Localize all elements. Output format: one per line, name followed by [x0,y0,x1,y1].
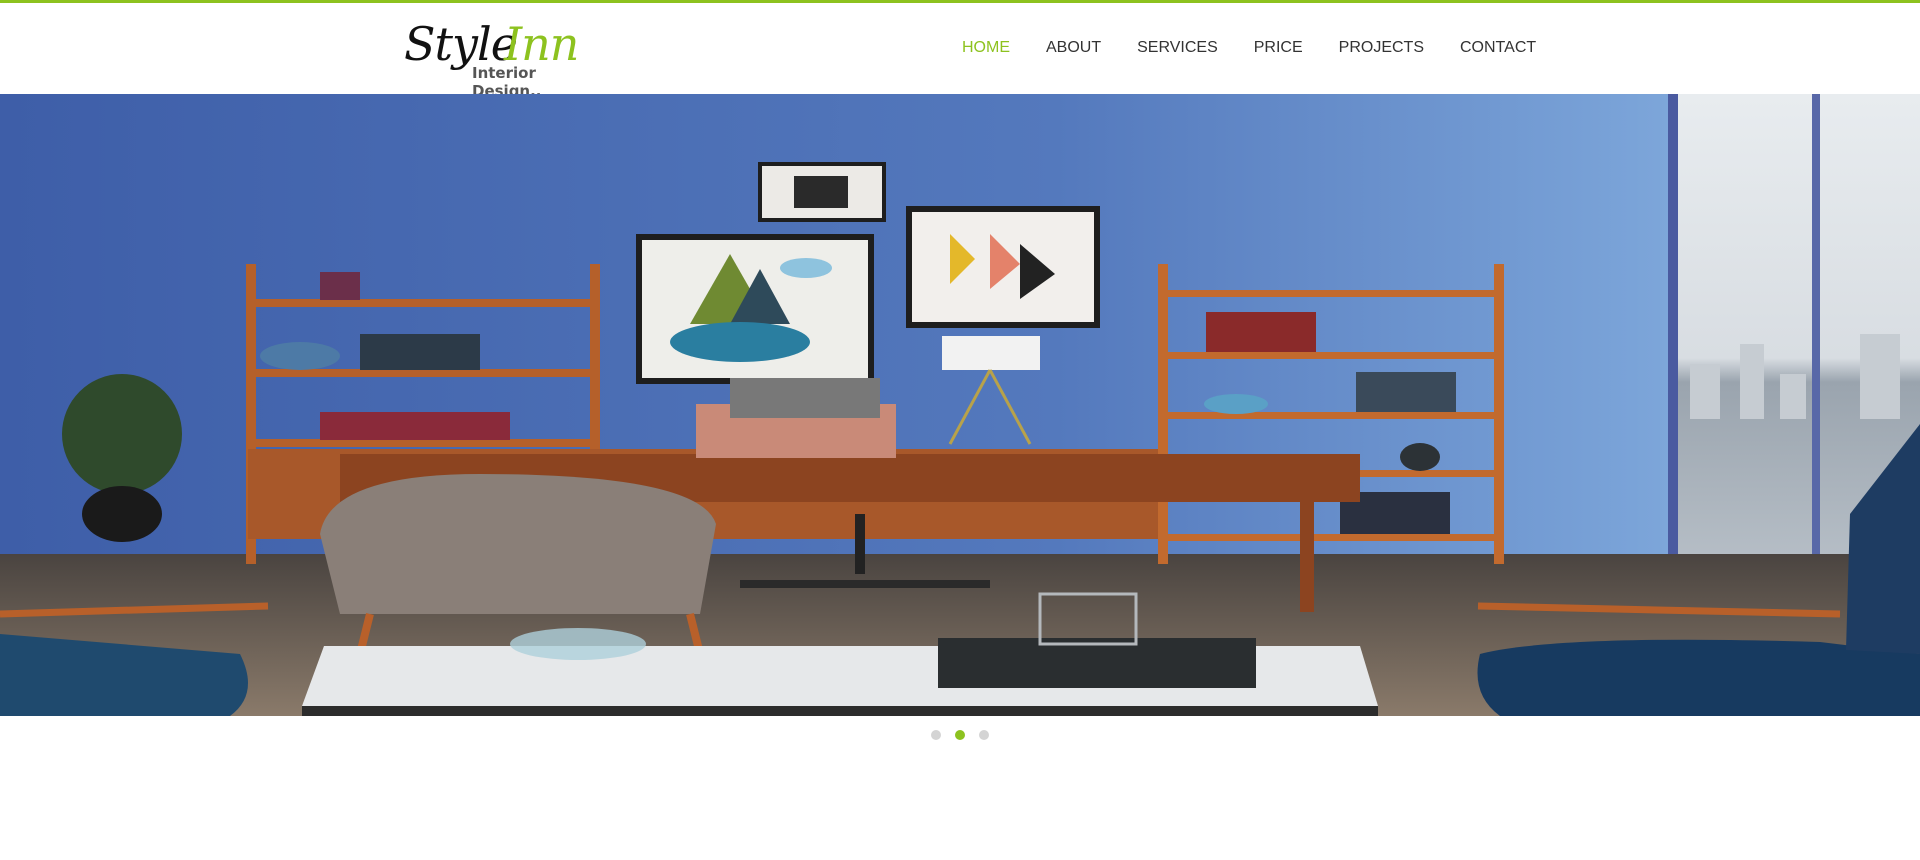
hero-image [0,94,1920,716]
nav-about[interactable]: ABOUT [1046,39,1101,61]
logo-word-style: Style [404,17,518,71]
slider-dot-1[interactable] [931,730,941,740]
site-header: Style Inn Interior Design.. HOME ABOUT S… [0,3,1920,100]
nav-services[interactable]: SERVICES [1137,39,1218,61]
slider-dots [931,730,1003,740]
slider-dot-3[interactable] [979,730,989,740]
slider-dot-2[interactable] [955,730,965,740]
brand-logo[interactable]: Style Inn Interior Design.. [404,17,604,100]
nav-projects[interactable]: PROJECTS [1339,39,1424,61]
nav-price[interactable]: PRICE [1254,39,1303,61]
main-nav: HOME ABOUT SERVICES PRICE PROJECTS CONTA… [962,39,1572,61]
nav-home[interactable]: HOME [962,39,1010,61]
hero-slider[interactable] [0,94,1920,716]
logo-word-inn: Inn [504,17,579,71]
nav-contact[interactable]: CONTACT [1460,39,1536,61]
